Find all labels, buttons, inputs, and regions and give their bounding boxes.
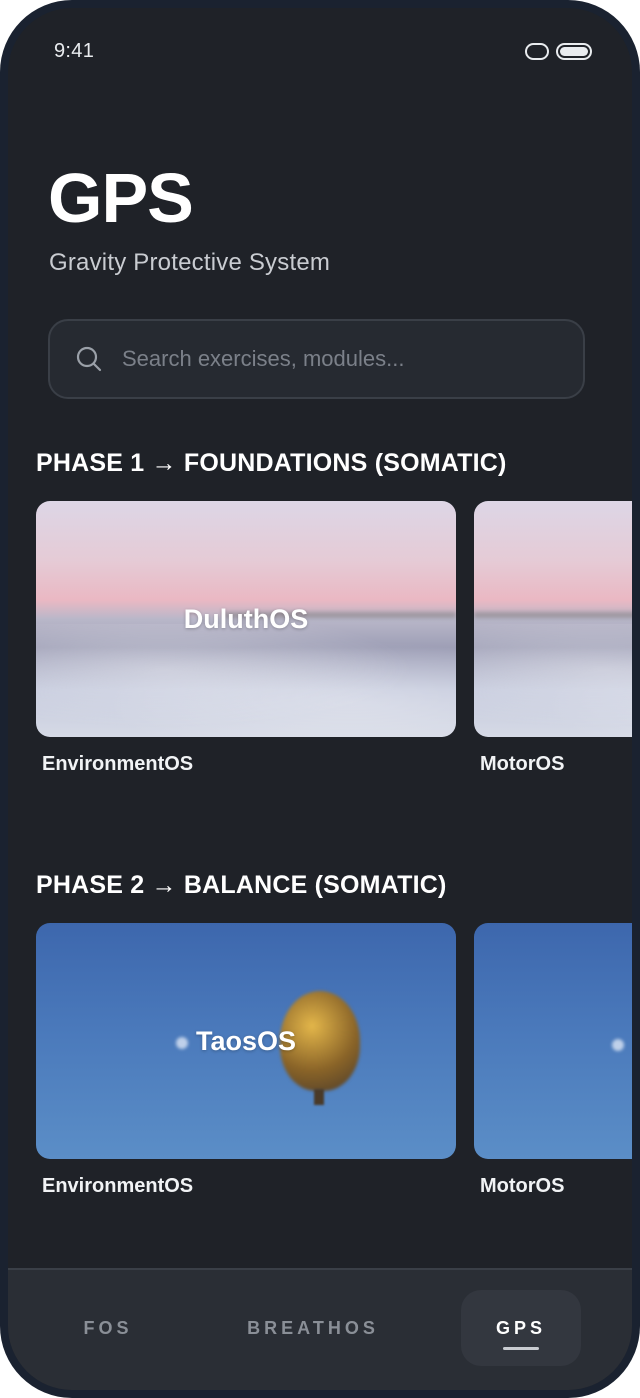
cellular-icon	[525, 43, 549, 60]
card-caption: EnvironmentOS	[42, 1175, 194, 1197]
card-image[interactable]: DuluthOS	[36, 501, 456, 737]
card-caption: EnvironmentOS	[42, 753, 194, 775]
card-image[interactable]	[474, 923, 632, 1159]
card-caption: MotorOS	[480, 1175, 565, 1197]
phase-2-title: PHASE 2 → BALANCE (SOMATIC)	[36, 871, 447, 899]
module-card-motoros[interactable]: MotorOS	[474, 923, 632, 1198]
phase-1-title: PHASE 1 → FOUNDATIONS (SOMATIC)	[36, 449, 507, 477]
status-time: 9:41	[54, 40, 95, 62]
app-screen: 9:41 GPS Gravity Protective System PHASE…	[8, 8, 632, 1390]
card-image[interactable]: TaosOS	[36, 923, 456, 1159]
battery-icon	[556, 43, 592, 60]
card-caption: MotorOS	[480, 753, 565, 775]
page-title: GPS	[48, 159, 194, 237]
status-bar: 9:41	[8, 8, 632, 98]
status-icons	[525, 43, 592, 60]
module-card-duluthos[interactable]: DuluthOS EnvironmentOS	[36, 501, 456, 776]
module-card-taosos[interactable]: TaosOS EnvironmentOS	[36, 923, 456, 1198]
phase-1-carousel[interactable]: DuluthOS EnvironmentOS MotorOS	[36, 501, 632, 791]
card-image-label: DuluthOS	[183, 603, 309, 634]
card-image-label: TaosOS	[195, 1025, 297, 1056]
card-image[interactable]	[474, 501, 632, 737]
tab-gps-label: GPS	[495, 1317, 546, 1338]
tab-gps[interactable]: GPS	[461, 1290, 581, 1366]
module-card-motoros[interactable]: MotorOS	[474, 501, 632, 776]
tab-fos[interactable]: FOS	[58, 1290, 158, 1366]
search-icon	[76, 346, 102, 372]
phase-2-carousel[interactable]: TaosOS EnvironmentOS MotorOS	[36, 923, 632, 1213]
bottom-tab-bar: FOS BREATHOS GPS	[8, 1268, 632, 1390]
tab-breathos[interactable]: BREATHOS	[238, 1290, 388, 1366]
search-input[interactable]	[122, 321, 562, 397]
device-frame: 9:41 GPS Gravity Protective System PHASE…	[0, 0, 640, 1398]
search-bar[interactable]	[48, 319, 585, 399]
page-subtitle: Gravity Protective System	[49, 249, 331, 276]
active-tab-indicator	[503, 1347, 539, 1350]
